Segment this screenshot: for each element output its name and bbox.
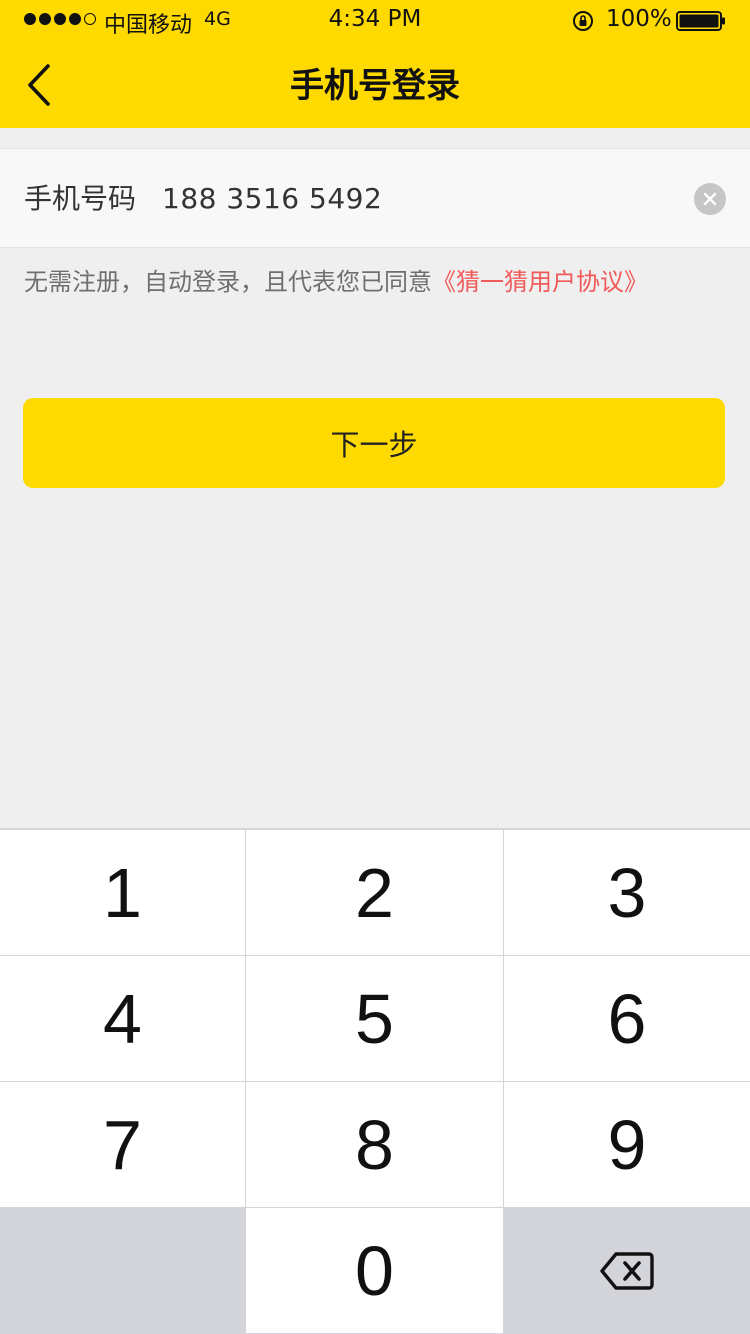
status-bar: 中国移动 4G 4:34 PM 100% (0, 0, 750, 40)
phone-label: 手机号码 (24, 182, 137, 215)
header-bar: 中国移动 4G 4:34 PM 100% 手机号登录 (0, 0, 750, 128)
key-4[interactable]: 4 (0, 956, 245, 1081)
clear-input-button[interactable] (694, 183, 726, 215)
page-title: 手机号登录 (290, 66, 460, 106)
key-blank (0, 1208, 245, 1333)
key-5[interactable]: 5 (246, 956, 503, 1081)
key-1[interactable]: 1 (0, 830, 245, 955)
agreement-statement: 无需注册，自动登录，且代表您已同意 (24, 268, 432, 296)
key-7[interactable]: 7 (0, 1082, 245, 1207)
next-step-button[interactable]: 下一步 (23, 398, 725, 488)
key-3[interactable]: 3 (504, 830, 750, 955)
rotation-lock-icon (573, 11, 593, 31)
chevron-left-icon (28, 64, 50, 106)
user-agreement-link[interactable]: 《猜一猜用户协议》 (432, 268, 648, 296)
battery-percentage: 100% (606, 6, 672, 32)
phone-number-input[interactable]: 188 3516 5492 (162, 149, 382, 249)
phone-input-row[interactable]: 手机号码 188 3516 5492 (0, 148, 750, 248)
numeric-keypad: 1 2 3 4 5 6 7 8 9 0 (0, 828, 750, 1334)
agreement-text: 无需注册，自动登录，且代表您已同意《猜一猜用户协议》 (24, 262, 744, 302)
backspace-icon (600, 1251, 654, 1290)
clear-icon (703, 192, 717, 206)
back-button[interactable] (14, 58, 64, 112)
key-9[interactable]: 9 (504, 1082, 750, 1207)
key-0[interactable]: 0 (246, 1208, 503, 1333)
battery-icon (676, 11, 725, 31)
key-2[interactable]: 2 (246, 830, 503, 955)
key-8[interactable]: 8 (246, 1082, 503, 1207)
delete-key[interactable] (504, 1208, 750, 1333)
next-step-label: 下一步 (330, 428, 418, 462)
key-6[interactable]: 6 (504, 956, 750, 1081)
